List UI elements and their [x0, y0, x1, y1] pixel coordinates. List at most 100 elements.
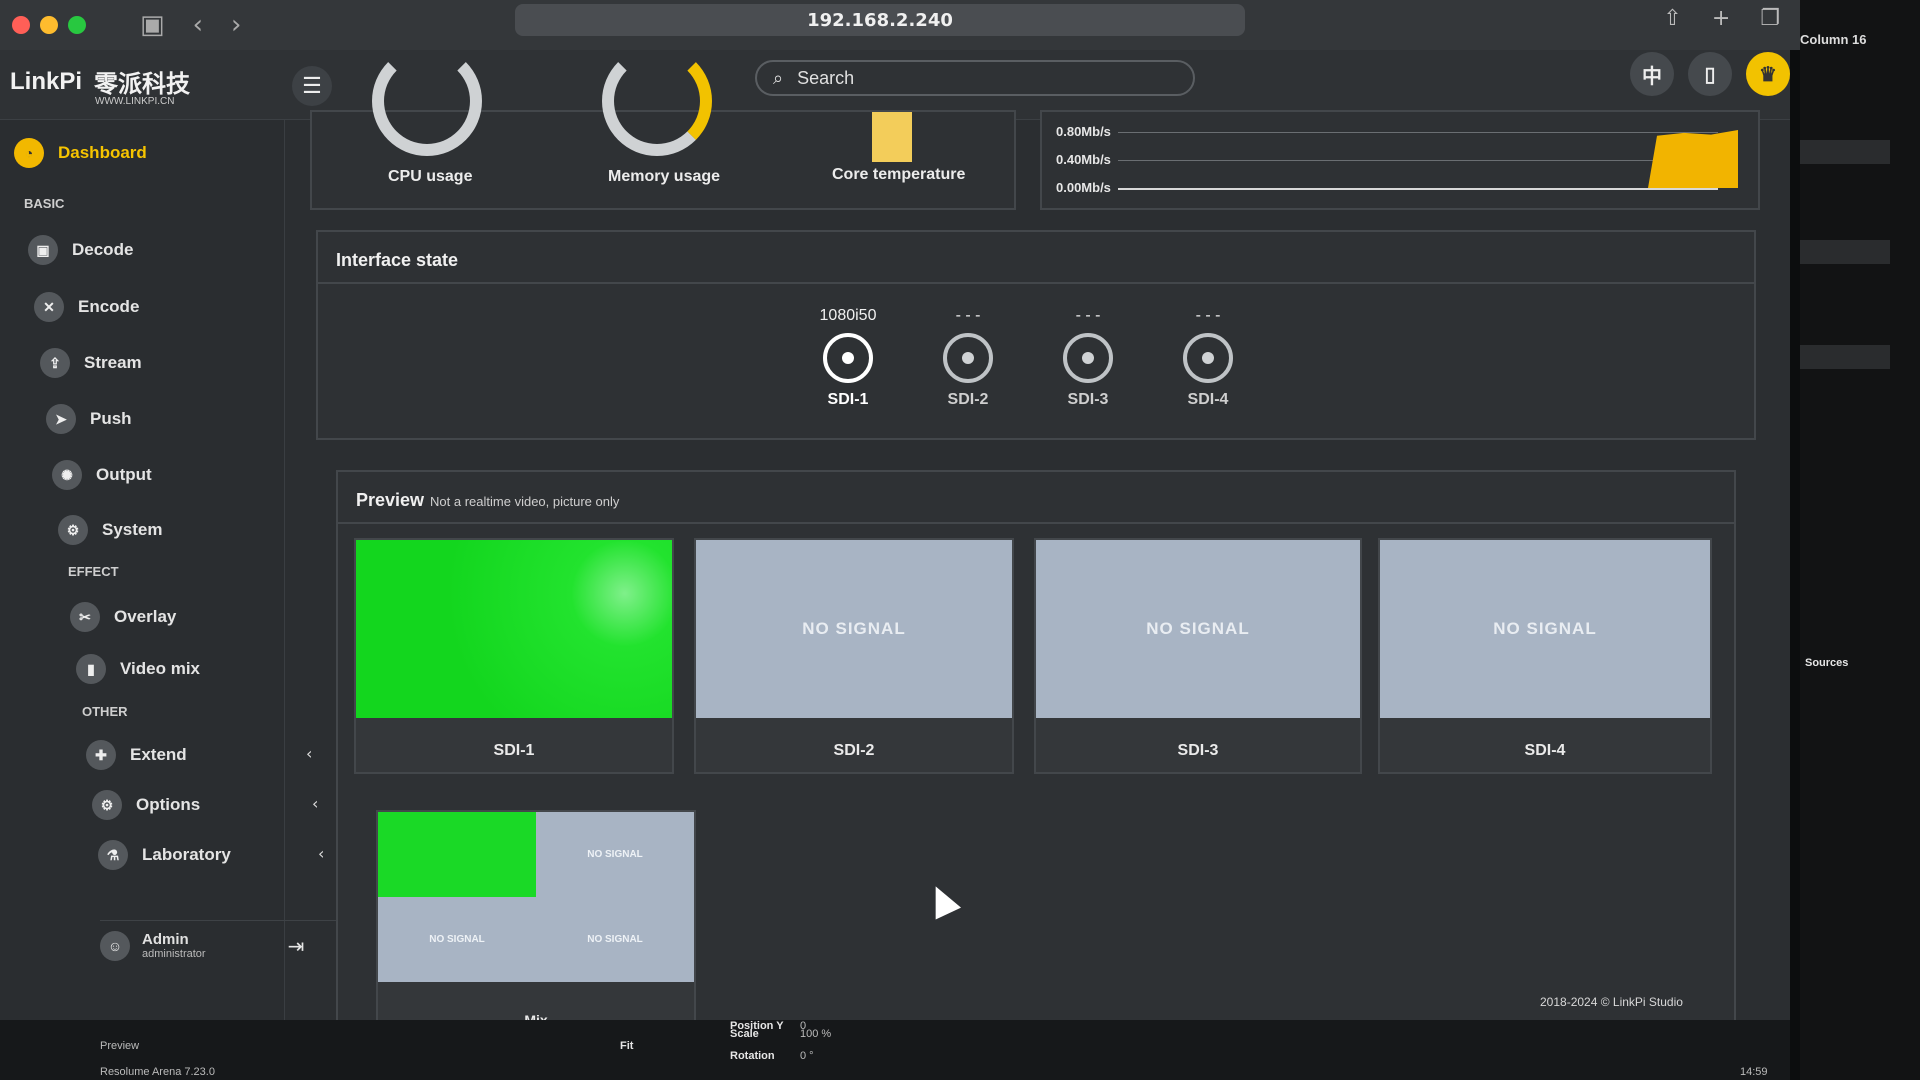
sidebar: ◔ Dashboard BASIC ▣ Decode ✕ Encode ⇪ St… — [0, 120, 324, 1020]
tabs-overview-icon[interactable]: ❐ — [1760, 6, 1780, 31]
new-tab-icon[interactable]: + — [1712, 6, 1730, 31]
hamburger-menu-icon[interactable]: ☰ — [292, 66, 332, 106]
sdi-resolution: 1080i50 — [819, 307, 877, 324]
battery-icon[interactable]: ▯ — [1688, 52, 1732, 96]
interface-state-title: Interface state — [336, 250, 459, 270]
sidebar-item-push[interactable]: ➤ Push — [46, 404, 132, 434]
no-signal-text: NO SIGNAL — [802, 619, 906, 638]
sidebar-item-video-mix[interactable]: ▮ Video mix — [76, 654, 200, 684]
preview-card-mix[interactable]: NO SIGNAL NO SIGNAL NO SIGNAL Mix — [376, 810, 696, 1030]
window-controls — [12, 16, 86, 34]
sidebar-item-decode[interactable]: ▣ Decode — [28, 235, 133, 265]
forward-icon[interactable]: › — [231, 10, 241, 40]
zoom-window-button[interactable] — [68, 16, 86, 34]
user-info: Admin administrator — [142, 931, 206, 960]
sidebar-item-label: System — [102, 520, 163, 539]
preview-card-sdi-3[interactable]: NO SIGNAL SDI-3 — [1034, 538, 1362, 774]
back-icon[interactable]: ‹ — [193, 10, 203, 40]
logo-url: WWW.LINKPI.CN — [95, 96, 175, 107]
sdi-port-1[interactable]: 1080i50 SDI-1 — [803, 307, 893, 409]
no-signal-text: NO SIGNAL — [1146, 619, 1250, 638]
preview-card-label: SDI-3 — [1177, 742, 1219, 759]
fit-dropdown[interactable]: Fit — [620, 1040, 633, 1052]
sidebar-item-output[interactable]: ✺ Output — [52, 460, 152, 490]
host-right-panel: Sources — [1800, 0, 1920, 1080]
sources-label: Sources — [1805, 657, 1849, 669]
language-icon[interactable]: 中 — [1630, 52, 1674, 96]
browser-actions: ⇧ + ❐ — [1663, 6, 1780, 31]
bnc-connector-icon — [823, 333, 873, 383]
mix-cell — [378, 812, 536, 897]
address-bar[interactable]: 192.168.2.240 — [515, 4, 1245, 36]
minimize-window-button[interactable] — [40, 16, 58, 34]
core-temperature-bar — [872, 112, 912, 162]
sidebar-toggle-icon[interactable]: ▣ — [140, 10, 165, 40]
host-clock: 14:59 — [1740, 1066, 1768, 1078]
search-input[interactable] — [797, 67, 1158, 89]
puzzle-icon: ✚ — [86, 740, 116, 770]
search-box[interactable]: ⌕ — [755, 60, 1195, 96]
chevron-left-icon[interactable]: ‹ — [312, 794, 318, 813]
user-name: Admin — [142, 931, 189, 948]
image-icon: ▣ — [28, 235, 58, 265]
gridline — [1118, 132, 1718, 133]
preview-card-sdi-4[interactable]: NO SIGNAL SDI-4 — [1378, 538, 1712, 774]
net-tick-label: 0.80Mb/s — [1056, 124, 1111, 139]
sdi-name: SDI-4 — [1187, 391, 1229, 408]
rotation-value[interactable]: 0 ° — [800, 1050, 814, 1062]
sidebar-item-extend[interactable]: ✚ Extend — [86, 740, 187, 770]
flask-icon: ⚗ — [98, 840, 128, 870]
host-version: Resolume Arena 7.23.0 — [100, 1066, 215, 1078]
system-usage-panel: CPU usage Memory usage Core temperature — [310, 46, 1016, 210]
sidebar-item-label: Extend — [130, 745, 187, 764]
divider — [318, 282, 1754, 284]
cpu-gauge — [372, 46, 482, 156]
sdi-name: SDI-1 — [827, 391, 869, 408]
cpu-usage-label: CPU usage — [388, 168, 473, 185]
sidebar-item-label: Output — [96, 465, 152, 484]
preview-thumbnail: NO SIGNAL — [1036, 540, 1360, 718]
scale-value[interactable]: 100 % — [800, 1028, 831, 1040]
chevron-left-icon[interactable]: ‹ — [306, 744, 312, 763]
sidebar-item-label: Options — [136, 795, 201, 814]
sdi-port-3[interactable]: - - - SDI-3 — [1043, 307, 1133, 409]
sidebar-item-options[interactable]: ⚙ Options — [92, 790, 200, 820]
sidebar-item-overlay[interactable]: ✂ Overlay — [70, 602, 176, 632]
theme-shirt-icon[interactable]: ♛ — [1746, 52, 1790, 96]
column-label: Column 16 — [1800, 32, 1867, 47]
user-avatar-icon: ☺ — [100, 930, 130, 961]
section-effect: EFFECT — [68, 564, 119, 579]
sidebar-item-system[interactable]: ⚙ System — [58, 515, 162, 545]
sidebar-item-dashboard[interactable]: ◔ Dashboard — [14, 138, 147, 168]
logout-icon[interactable]: ⇥ — [288, 934, 305, 958]
sdi-name: SDI-2 — [947, 391, 989, 408]
sdi-port-4[interactable]: - - - SDI-4 — [1163, 307, 1253, 409]
sdi-port-2[interactable]: - - - SDI-2 — [923, 307, 1013, 409]
gear-icon: ⚙ — [58, 515, 88, 545]
preview-card-label: SDI-2 — [833, 742, 875, 759]
stream-icon: ⇪ — [40, 348, 70, 378]
url-text: 192.168.2.240 — [807, 9, 953, 31]
host-panel-strip — [1800, 140, 1890, 164]
top-actions: 中 ▯ ♛ — [1630, 52, 1790, 96]
bnc-connector-icon — [1063, 333, 1113, 383]
sidebar-item-stream[interactable]: ⇪ Stream — [40, 348, 142, 378]
share-icon[interactable]: ⇧ — [1663, 6, 1681, 31]
preview-card-sdi-2[interactable]: NO SIGNAL SDI-2 — [694, 538, 1014, 774]
sdi-name: SDI-3 — [1067, 391, 1109, 408]
memory-gauge — [602, 46, 712, 156]
preview-card-sdi-1[interactable]: SDI-1 — [354, 538, 674, 774]
net-tick-label: 0.00Mb/s — [1056, 180, 1111, 195]
sidebar-item-encode[interactable]: ✕ Encode — [34, 292, 139, 322]
sidebar-item-laboratory[interactable]: ⚗ Laboratory — [98, 840, 231, 870]
browser-toolbar: ▣ ‹ › 192.168.2.240 ⇧ + ❐ — [0, 0, 1800, 50]
close-window-button[interactable] — [12, 16, 30, 34]
sidebar-item-label: Video mix — [120, 659, 200, 678]
chevron-left-icon[interactable]: ‹ — [318, 844, 324, 863]
host-app-bottom-bar: Preview Resolume Arena 7.23.0 Fit Positi… — [0, 1020, 1790, 1080]
preview-subtitle: Not a realtime video, picture only — [430, 494, 620, 509]
bar-chart-icon: ▮ — [76, 654, 106, 684]
host-panel-strip — [1800, 345, 1890, 369]
host-panel-strip — [1800, 240, 1890, 264]
preview-thumbnail: NO SIGNAL — [696, 540, 1012, 718]
